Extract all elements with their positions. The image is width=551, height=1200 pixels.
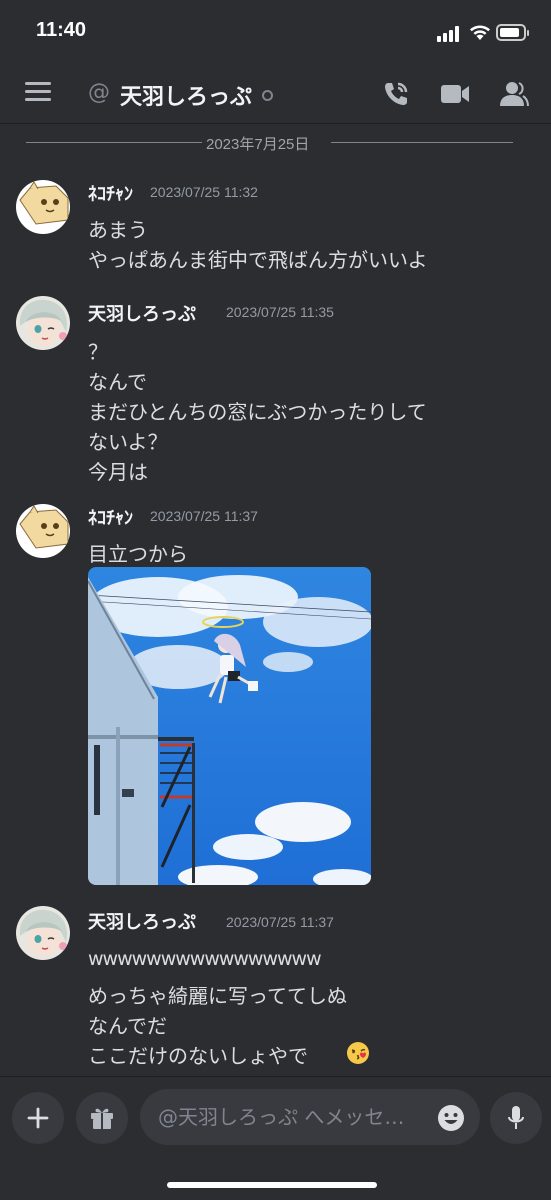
photo-of-flying-girl-over-building [88, 567, 371, 885]
status-bar: 11:40 [0, 0, 551, 62]
avatar[interactable] [16, 296, 70, 350]
divider-line [26, 142, 202, 143]
status-time: 11:40 [36, 19, 87, 41]
message-text: ？ [88, 340, 108, 364]
message-timestamp: 2023/07/25 11:35 [226, 304, 334, 320]
message-text: ないよ？ [88, 430, 168, 454]
date-divider: 2023年7月25日 [26, 132, 513, 153]
message-text: ここだけのないしょやで [88, 1044, 308, 1068]
message-text: まだひとんちの窓にぶつかったりして [88, 400, 427, 424]
gift-icon [91, 1108, 113, 1129]
message-text: なんで [88, 370, 147, 394]
cat-avatar-icon [19, 505, 69, 549]
message-text: めっちゃ綺麗に写っててしぬ [88, 984, 347, 1008]
divider-line [331, 142, 513, 143]
at-icon: @ [88, 80, 110, 105]
avatar[interactable] [16, 180, 70, 234]
wifi-icon [470, 25, 490, 40]
author-name[interactable]: ﾈｺﾁｬﾝ [88, 504, 133, 530]
avatar[interactable] [16, 504, 70, 558]
cat-avatar-icon [19, 181, 69, 225]
microphone-icon [508, 1106, 524, 1129]
home-indicator [167, 1182, 377, 1188]
battery-icon [496, 24, 529, 41]
members-icon[interactable] [499, 80, 529, 108]
message-text: なんでだ [88, 1014, 167, 1038]
avatar[interactable] [16, 906, 70, 960]
battery-level [500, 28, 519, 37]
anime-girl-avatar-icon [19, 909, 68, 956]
message-timestamp: 2023/07/25 11:37 [150, 508, 258, 524]
message-text: 目立つから [88, 542, 188, 566]
message-timestamp: 2023/07/25 11:37 [226, 914, 334, 930]
channel-title[interactable]: 天羽しろっぷ [120, 79, 252, 111]
add-attachment-button[interactable] [12, 1092, 64, 1144]
voice-message-button[interactable] [490, 1092, 542, 1144]
message-text: あまう [88, 218, 148, 242]
channel-header: @ 天羽しろっぷ [0, 62, 551, 124]
message-timestamp: 2023/07/25 11:32 [150, 184, 258, 200]
date-divider-label: 2023年7月25日 [206, 136, 310, 153]
kissing-face-emoji [347, 1042, 369, 1064]
message-input[interactable] [140, 1089, 480, 1145]
offline-status-icon [262, 90, 273, 101]
emoji-icon[interactable] [436, 1103, 466, 1133]
message-text: 今月は [88, 460, 148, 484]
author-name[interactable]: ﾈｺﾁｬﾝ [88, 180, 133, 206]
message-text: wwwwwwwwwwwwwwww [88, 948, 322, 970]
video-camera-icon[interactable] [440, 82, 470, 106]
message-text: やっぱあんま街中で飛ばん方がいいよ [88, 248, 428, 272]
anime-girl-avatar-icon [19, 299, 68, 346]
phone-call-icon[interactable] [382, 80, 410, 108]
author-name[interactable]: 天羽しろっぷ [88, 300, 196, 326]
menu-icon[interactable] [25, 82, 51, 102]
gift-button[interactable] [76, 1092, 128, 1144]
plus-icon [27, 1107, 49, 1129]
image-attachment[interactable] [88, 567, 371, 885]
author-name[interactable]: 天羽しろっぷ [88, 908, 196, 934]
cellular-signal-icon [437, 26, 463, 42]
